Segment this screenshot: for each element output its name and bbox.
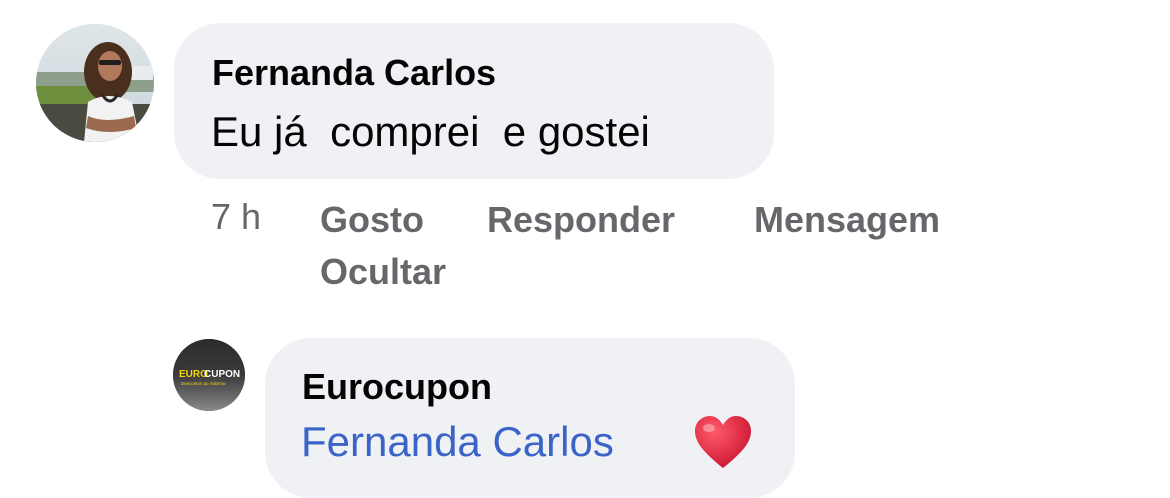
comment-author[interactable]: Fernanda Carlos: [212, 52, 496, 94]
reply-text: Fernanda Carlos: [301, 418, 614, 466]
reply-avatar[interactable]: EURO CUPON Descontos ao máximo: [173, 339, 245, 411]
hide-button[interactable]: Ocultar: [320, 251, 446, 293]
comment-timestamp: 7 h: [211, 196, 262, 237]
like-button[interactable]: Gosto: [320, 199, 424, 241]
heart-icon: [695, 416, 751, 468]
commenter-avatar[interactable]: [36, 24, 154, 142]
avatar-photo: [36, 24, 154, 142]
reply-bubble[interactable]: Eurocupon Fernanda Carlos: [265, 338, 795, 498]
comment-bubble[interactable]: Fernanda Carlos Eu já comprei e gostei: [174, 23, 774, 179]
eurocupon-logo: EURO CUPON Descontos ao máximo: [173, 339, 245, 411]
logo-tagline: Descontos ao máximo: [181, 381, 226, 386]
reply-button[interactable]: Responder: [487, 199, 675, 241]
mention-link[interactable]: Fernanda Carlos: [301, 418, 614, 465]
comment-text: Eu já comprei e gostei: [211, 108, 650, 155]
reply-author[interactable]: Eurocupon: [302, 366, 492, 408]
message-button[interactable]: Mensagem: [754, 199, 940, 241]
logo-cupon-text: CUPON: [204, 369, 240, 380]
